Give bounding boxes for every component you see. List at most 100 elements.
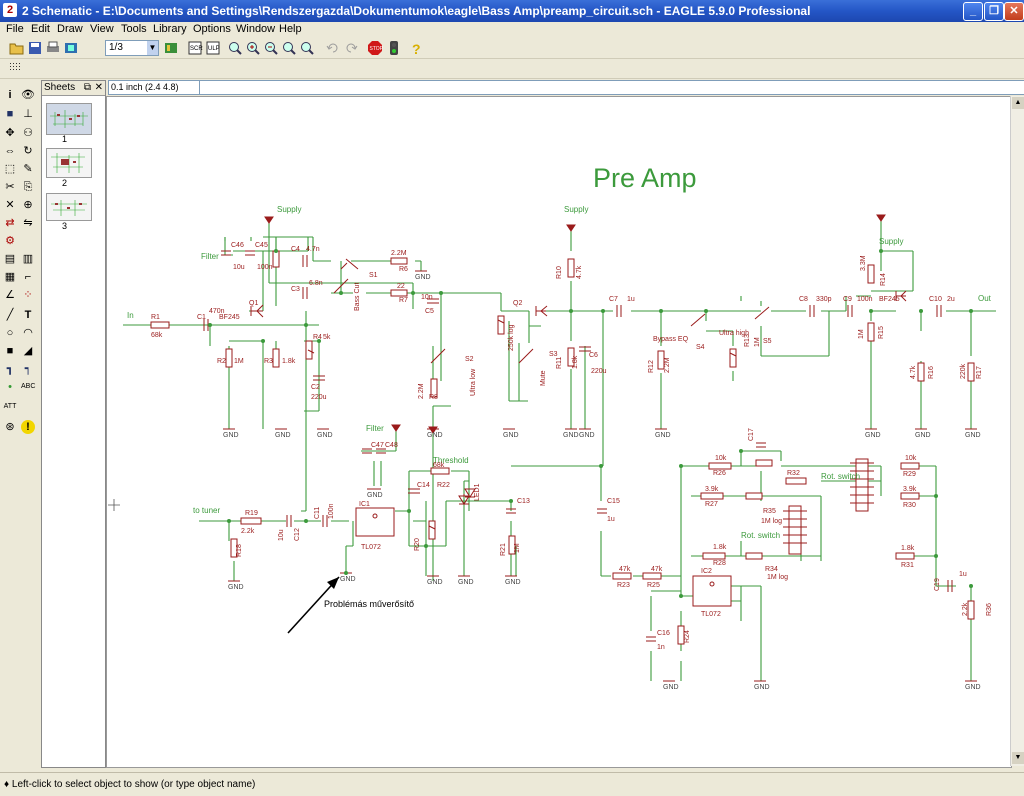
svg-text:C47: C47	[371, 442, 384, 449]
close-button[interactable]: ✕	[1004, 2, 1024, 21]
mirror-icon[interactable]: ⇔	[3, 144, 17, 158]
pinswap-icon[interactable]: ⇄	[3, 216, 17, 230]
svg-text:Q1: Q1	[249, 300, 258, 307]
zoom-in-icon[interactable]	[245, 40, 261, 56]
svg-text:GND: GND	[367, 492, 383, 499]
svg-text:GND: GND	[965, 684, 981, 691]
svg-text:GND: GND	[275, 432, 291, 439]
scroll-up-icon[interactable]: ▲	[1012, 97, 1024, 109]
invoke-icon[interactable]: ⁘	[21, 288, 35, 302]
scroll-down-icon[interactable]: ▼	[1012, 752, 1024, 764]
svg-text:GND: GND	[754, 684, 770, 691]
command-input[interactable]	[199, 80, 1024, 95]
float-icon[interactable]: ⧉	[84, 81, 91, 95]
sheet-thumbnail-1[interactable]	[46, 103, 92, 135]
svg-text:ULP: ULP	[208, 46, 220, 52]
group-icon[interactable]: ⬚	[3, 162, 17, 176]
svg-text:Q2: Q2	[513, 300, 522, 307]
svg-text:Supply: Supply	[564, 205, 588, 214]
mark-icon[interactable]: ⊥	[21, 107, 35, 121]
svg-text:Rot. switch: Rot. switch	[741, 531, 780, 540]
menu-draw[interactable]: Draw	[57, 22, 83, 37]
bus-icon[interactable]: ┓	[3, 362, 17, 376]
show-icon[interactable]: 👁	[21, 88, 35, 102]
svg-text:5k: 5k	[323, 334, 331, 341]
schematic-canvas[interactable]: .w{stroke:#3c9a3c;stroke-width:1.1;fill:…	[106, 96, 1012, 768]
print-icon[interactable]	[45, 40, 61, 56]
menu-file[interactable]: File	[6, 22, 24, 37]
menu-library[interactable]: Library	[153, 22, 187, 37]
svg-text:4.7n: 4.7n	[306, 246, 320, 253]
paste-icon[interactable]: ⎘	[21, 180, 35, 194]
zoom-fit-icon[interactable]	[227, 40, 243, 56]
polygon-icon[interactable]: ◢	[21, 344, 35, 358]
name-icon[interactable]: ▤	[3, 252, 17, 266]
cut-icon[interactable]: ✂	[3, 180, 17, 194]
maximize-button[interactable]: ❐	[984, 2, 1004, 21]
replace-icon[interactable]: ⇋	[21, 216, 35, 230]
grid-icon[interactable]	[8, 61, 24, 75]
add-icon[interactable]: ⊕	[21, 198, 35, 212]
svg-text:R23: R23	[617, 582, 630, 589]
gateswap-icon[interactable]: ⚙	[3, 234, 17, 248]
cam-icon[interactable]	[63, 40, 79, 56]
text-icon[interactable]: T	[21, 308, 35, 322]
svg-text:C46: C46	[231, 242, 244, 249]
svg-text:R2: R2	[217, 358, 226, 365]
ulp-icon[interactable]: ULP	[205, 40, 221, 56]
rotate-icon[interactable]: ↻	[21, 144, 35, 158]
split-icon[interactable]: ∠	[3, 288, 17, 302]
menu-options[interactable]: Options	[193, 22, 231, 37]
open-icon[interactable]	[9, 40, 25, 56]
save-icon[interactable]	[27, 40, 43, 56]
vertical-scrollbar[interactable]: ▲ ▼	[1010, 96, 1024, 766]
undo-icon[interactable]	[325, 40, 341, 56]
close-panel-icon[interactable]: ✕	[95, 81, 103, 95]
svg-text:68k: 68k	[433, 462, 445, 469]
redraw-icon[interactable]	[281, 40, 297, 56]
menu-edit[interactable]: Edit	[31, 22, 50, 37]
help-icon[interactable]: ?	[408, 40, 424, 56]
wire-icon[interactable]: ╱	[3, 308, 17, 322]
go-icon[interactable]	[386, 40, 402, 56]
smash-icon[interactable]: ▦	[3, 270, 17, 284]
sheet-thumbnail-3[interactable]	[46, 193, 92, 221]
attribute-icon[interactable]: ATT	[3, 400, 17, 414]
status-bullet-icon: ♦	[4, 779, 10, 790]
script-icon[interactable]: SCR	[187, 40, 203, 56]
net-icon[interactable]: ┑	[21, 362, 35, 376]
svg-text:C16: C16	[657, 630, 670, 637]
value-icon[interactable]: ▥	[21, 252, 35, 266]
circle-icon[interactable]: ○	[3, 326, 17, 340]
command-toolbar: i 👁 ■ ⊥ ✥ ⚇ ⇔ ↻ ⬚ ✎ ✂ ⎘ ✕ ⊕ ⇄ ⇋ ⚙ ▤ ▥ ▦ …	[0, 80, 40, 766]
sheet-label-1: 1	[62, 134, 68, 144]
change-icon[interactable]: ✎	[21, 162, 35, 176]
menu-tools[interactable]: Tools	[121, 22, 147, 37]
stop-icon[interactable]: STOP	[367, 40, 383, 56]
sheet-select[interactable]: 1/3 ▼	[105, 40, 159, 56]
board-icon[interactable]	[163, 40, 179, 56]
rect-icon[interactable]: ■	[3, 344, 17, 358]
sheet-thumbnail-2[interactable]	[46, 148, 92, 178]
display-icon[interactable]: ■	[3, 107, 17, 121]
info-icon[interactable]: i	[3, 88, 17, 102]
svg-text:C2: C2	[311, 384, 320, 391]
label-icon[interactable]: ABC	[21, 380, 35, 394]
zoom-select-icon[interactable]	[299, 40, 315, 56]
miter-icon[interactable]: ⌐	[21, 270, 35, 284]
menu-window[interactable]: Window	[236, 22, 275, 37]
move-icon[interactable]: ✥	[3, 126, 17, 140]
copy-icon[interactable]: ⚇	[21, 126, 35, 140]
delete-icon[interactable]: ✕	[3, 198, 17, 212]
minimize-button[interactable]: _	[963, 2, 983, 21]
erc-icon[interactable]: ⊛	[3, 420, 17, 434]
menu-view[interactable]: View	[90, 22, 114, 37]
redo-icon[interactable]	[343, 40, 359, 56]
svg-text:R34: R34	[765, 566, 778, 573]
zoom-out-icon[interactable]	[263, 40, 279, 56]
errors-icon[interactable]: !	[21, 420, 35, 434]
arc-icon[interactable]: ◠	[21, 326, 35, 340]
junction-icon[interactable]: •	[3, 380, 17, 394]
svg-text:R31: R31	[901, 562, 914, 569]
menu-help[interactable]: Help	[279, 22, 302, 37]
